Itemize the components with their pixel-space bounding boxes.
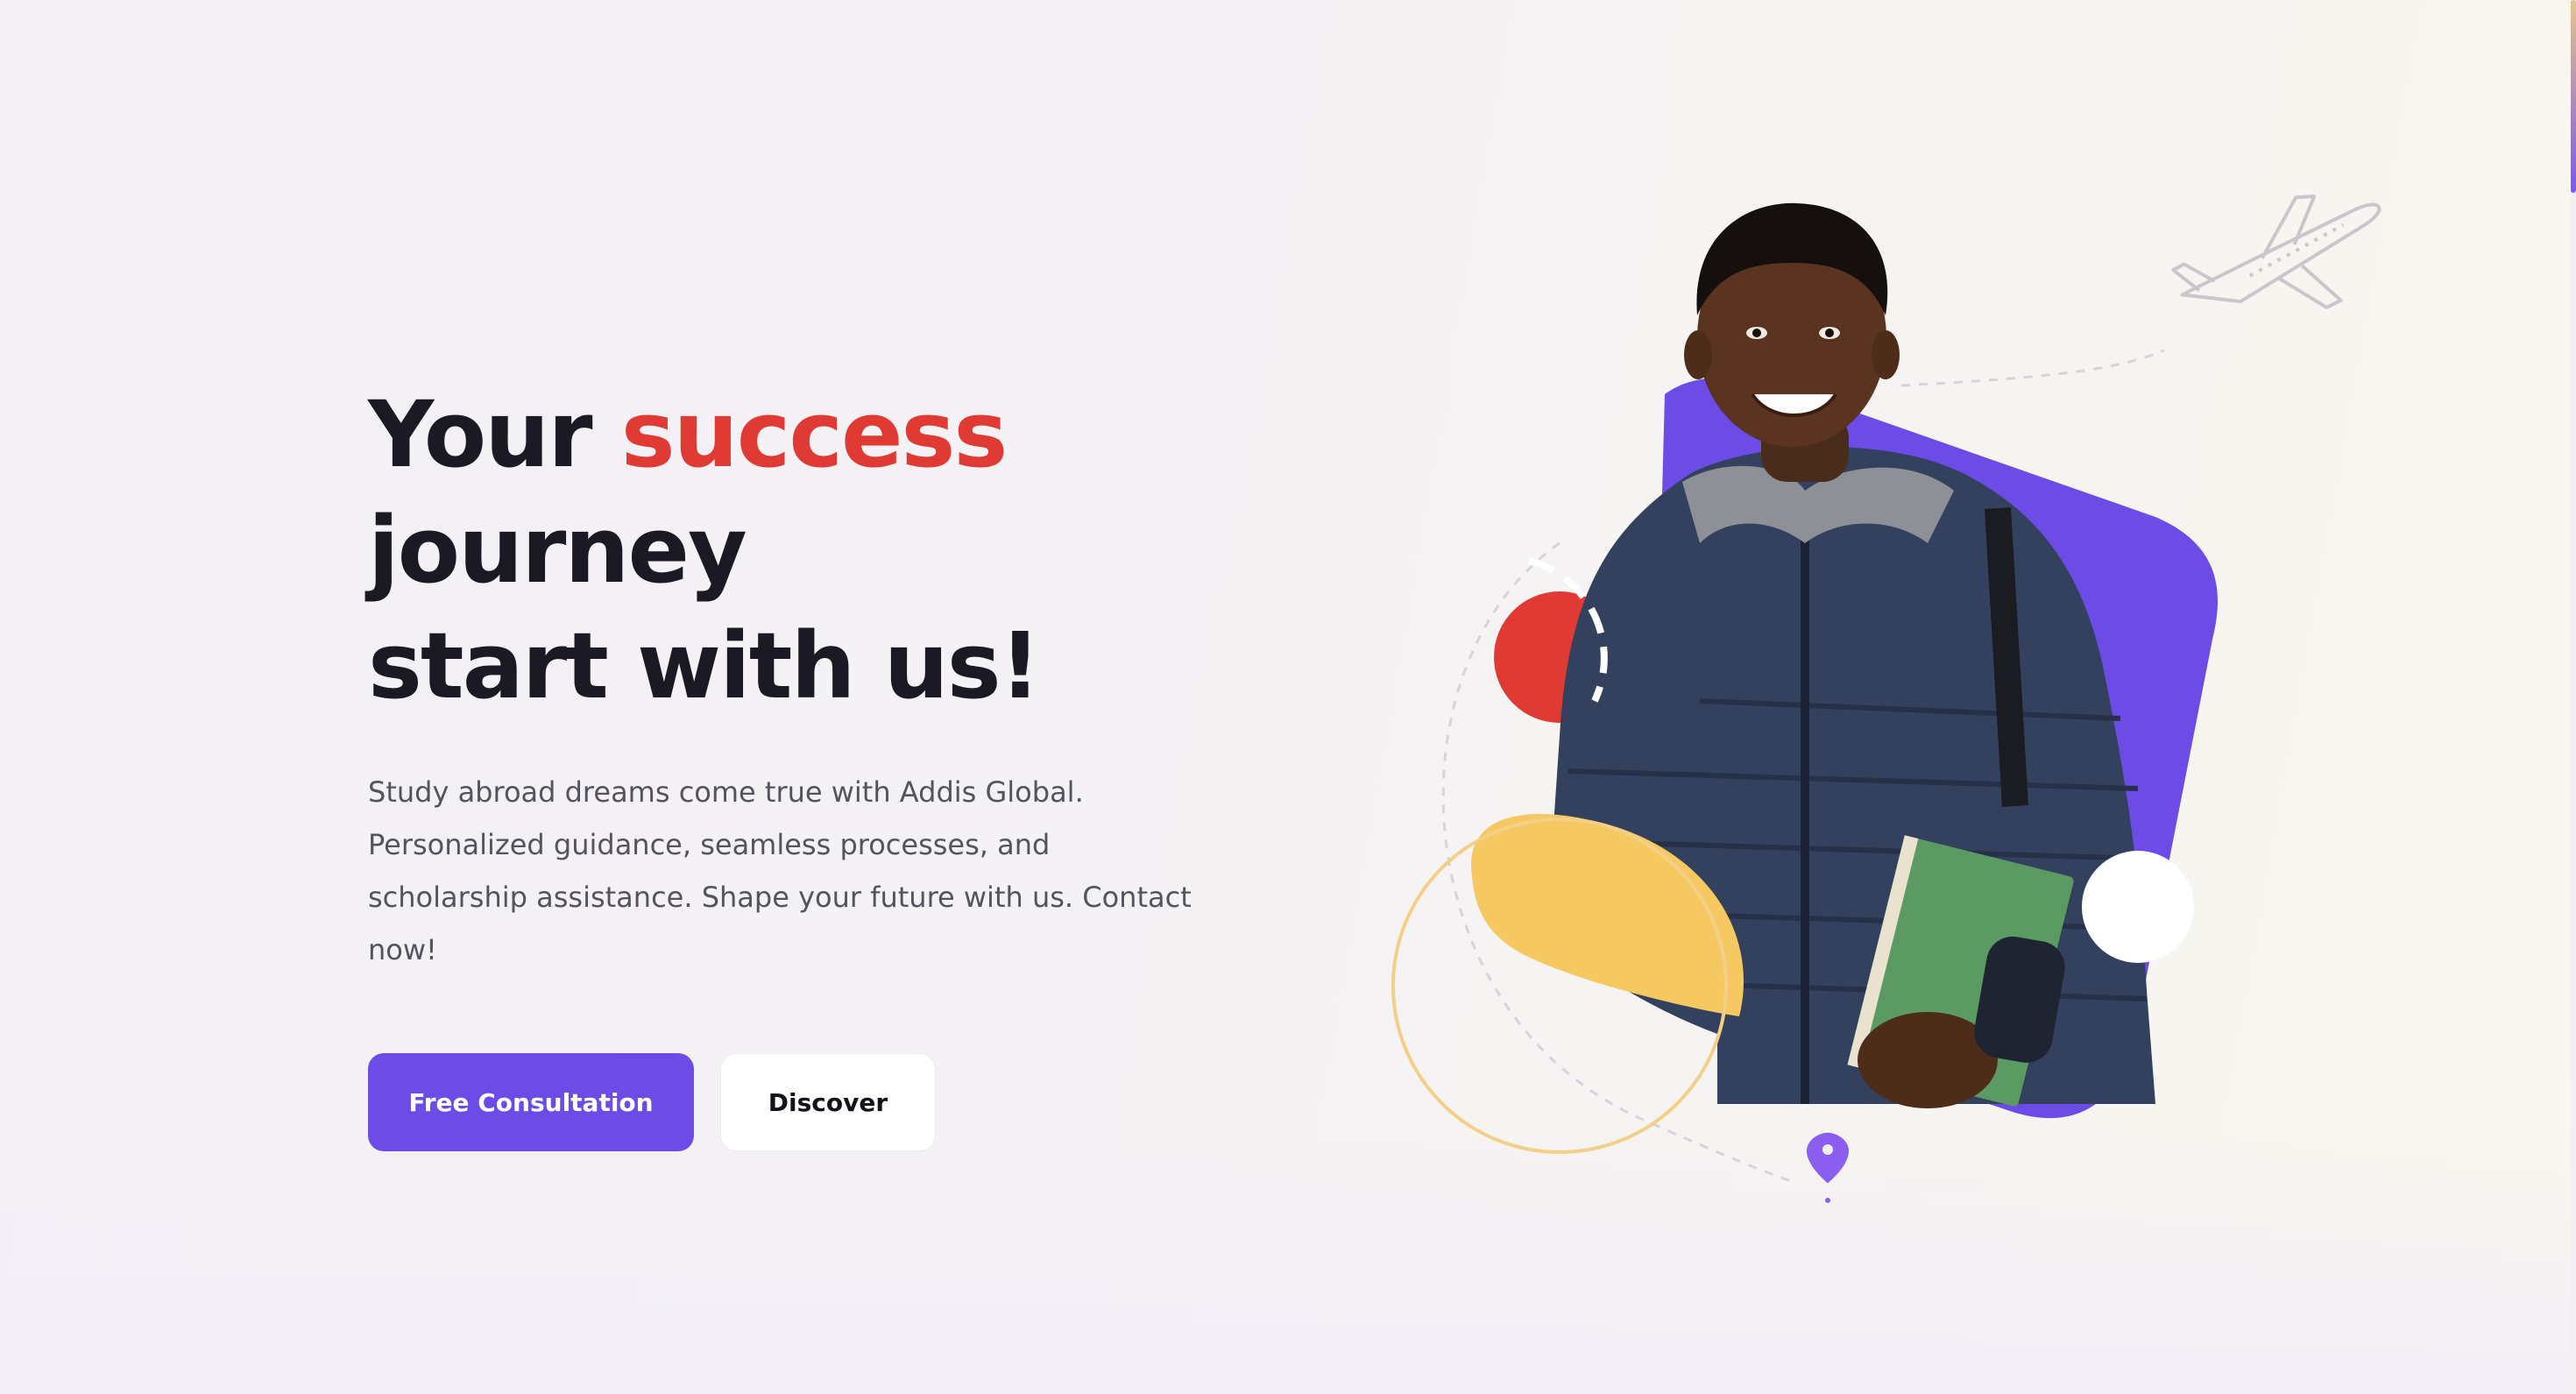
page-scrollbar[interactable] [2571,0,2576,1394]
cta-group: Free Consultation Discover [368,1053,1367,1151]
airplane-icon [2171,195,2381,309]
discover-button[interactable]: Discover [720,1053,936,1151]
hero-illustration [1349,175,2401,1279]
white-accent-circle [2082,851,2194,963]
free-consultation-button[interactable]: Free Consultation [368,1053,694,1151]
location-pin-icon [1807,1132,1849,1203]
headline-accent-word: success [620,381,1008,488]
headline-text-journey: journey [368,497,747,604]
hero-headline: Your success journey start with us! [368,377,1367,724]
scrollbar-thumb[interactable] [2571,0,2576,193]
headline-line-two: start with us! [368,612,1041,719]
headline-text-your: Your [368,381,621,488]
hero-description: Study abroad dreams come true with Addis… [368,775,1192,966]
hero-content: Your success journey start with us! Stud… [368,377,1367,1151]
